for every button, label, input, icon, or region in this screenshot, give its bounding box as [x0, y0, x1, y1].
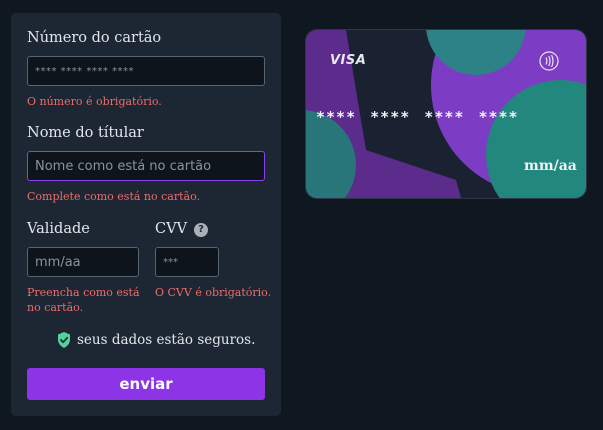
cvv-placeholder: ***: [163, 256, 178, 268]
card-preview-number: **** **** **** ****: [316, 108, 519, 126]
visa-logo: VISA: [330, 53, 367, 68]
cvv-error: O CVV é obrigatório.: [155, 286, 272, 299]
expiry-input[interactable]: mm/aa: [27, 247, 139, 277]
shield-check-icon: [58, 332, 70, 348]
holder-name-error: Complete como está no cartão.: [27, 190, 201, 203]
contactless-icon: [539, 51, 559, 71]
expiry-error: Preencha como está no cartão.: [27, 285, 140, 315]
secure-text: seus dados estão seguros.: [77, 332, 256, 348]
card-number-label: Número do cartão: [27, 30, 162, 46]
card-preview-expiry: mm/aa: [524, 158, 577, 174]
holder-name-placeholder: Nome como está no cartão: [35, 158, 212, 174]
expiry-error-line1: Preencha como está: [27, 286, 140, 299]
card-number-placeholder: **** **** **** ****: [35, 65, 135, 77]
secure-note: seus dados estão seguros.: [57, 332, 255, 348]
card-number-error: O número é obrigatório.: [27, 95, 162, 108]
submit-button[interactable]: enviar: [27, 368, 265, 400]
expiry-label: Validade: [27, 221, 90, 237]
cvv-input[interactable]: ***: [155, 247, 219, 277]
card-preview: VISA **** **** **** **** mm/aa: [305, 29, 587, 199]
payment-form: Número do cartão **** **** **** **** O n…: [11, 13, 281, 416]
cvv-label: CVV: [155, 221, 188, 237]
question-circle-icon[interactable]: ?: [194, 223, 208, 237]
card-number-input[interactable]: **** **** **** ****: [27, 56, 265, 86]
holder-name-label: Nome do títular: [27, 125, 144, 141]
expiry-error-line2: no cartão.: [27, 301, 84, 314]
holder-name-input[interactable]: Nome como está no cartão: [27, 151, 265, 181]
expiry-placeholder: mm/aa: [35, 254, 81, 270]
